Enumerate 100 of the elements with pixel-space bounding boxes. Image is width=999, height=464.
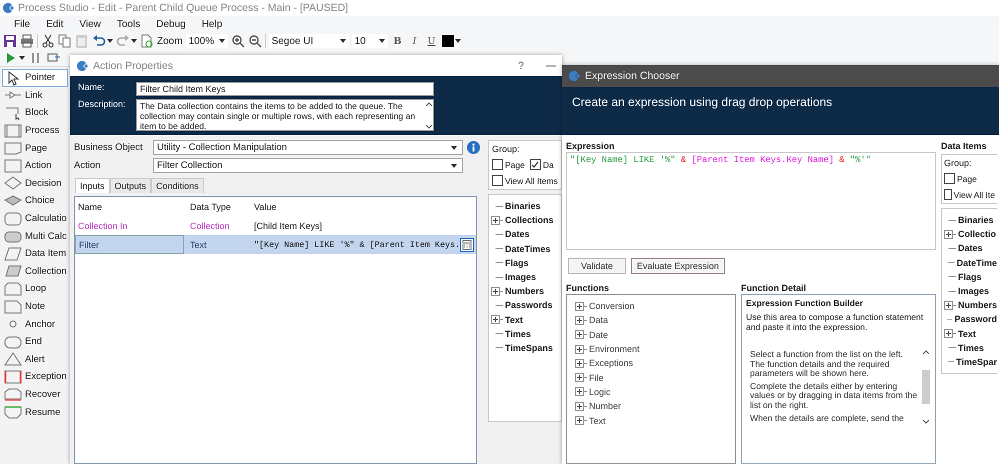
palette-item[interactable]: Alert bbox=[0, 350, 70, 368]
zoom-out-icon[interactable] bbox=[248, 34, 262, 48]
tree-item[interactable]: Date bbox=[589, 330, 608, 340]
tree-item[interactable]: Text bbox=[505, 314, 523, 325]
tree-item[interactable]: Binaries bbox=[958, 215, 994, 226]
palette-item[interactable]: Multi Calc bbox=[0, 227, 70, 245]
business-object-dropdown[interactable]: Utility - Collection Manipulation bbox=[153, 140, 463, 155]
palette-item[interactable]: Loop bbox=[0, 280, 70, 298]
expand-icon[interactable] bbox=[575, 302, 587, 311]
action-dropdown[interactable]: Filter Collection bbox=[153, 158, 463, 173]
tree-item[interactable]: TimeSpar bbox=[956, 356, 997, 367]
tree-item[interactable]: Exceptions bbox=[589, 358, 634, 368]
tree-item[interactable]: DateTimes bbox=[505, 244, 550, 254]
palette-item[interactable]: Calculatio bbox=[0, 210, 70, 228]
grid-row[interactable]: Filter Text "[Key Name] LIKE '%" & [Parent Item Keys. bbox=[75, 235, 476, 254]
expand-icon[interactable] bbox=[944, 329, 956, 338]
bold-button[interactable]: B bbox=[390, 36, 405, 46]
description-field[interactable]: The Data collection contains the items to be added to the queue. The collection may contain single or multiple rows, with each representing an item to be added. bbox=[136, 99, 434, 131]
font-size-dropdown[interactable]: 10 bbox=[352, 34, 388, 48]
tree-item[interactable]: Images bbox=[505, 272, 536, 282]
info-icon[interactable] bbox=[467, 141, 480, 154]
italic-button[interactable]: I bbox=[408, 36, 422, 46]
expression-field[interactable]: "[Key Name] LIKE '%" & [Parent Item Keys.Key Name] & "%'" bbox=[566, 152, 936, 250]
tree-item[interactable]: File bbox=[589, 372, 604, 383]
minimize-icon[interactable] bbox=[546, 64, 556, 66]
palette-item[interactable]: Note bbox=[0, 298, 70, 316]
palette-item[interactable]: Decision bbox=[0, 174, 70, 192]
scroll-up-icon[interactable] bbox=[923, 350, 929, 354]
font-dropdown[interactable]: Segoe UI bbox=[268, 34, 349, 48]
checkbox[interactable] bbox=[530, 159, 541, 170]
evaluate-button[interactable]: Evaluate Expression bbox=[630, 258, 725, 274]
tree-item[interactable]: Collectio bbox=[958, 229, 996, 240]
expand-icon[interactable] bbox=[575, 316, 587, 325]
page-refresh-icon[interactable] bbox=[140, 34, 154, 48]
tree-item[interactable]: DateTime bbox=[956, 258, 997, 268]
tab[interactable]: Outputs bbox=[110, 178, 152, 193]
expand-icon[interactable] bbox=[491, 315, 503, 324]
tree-item[interactable]: TimeSpans bbox=[505, 342, 553, 353]
expand-icon[interactable] bbox=[575, 344, 587, 354]
expand-icon[interactable] bbox=[944, 230, 956, 239]
checkbox[interactable] bbox=[492, 159, 503, 170]
palette-item[interactable]: Choice bbox=[0, 192, 70, 210]
palette-item[interactable]: Collection bbox=[0, 262, 70, 280]
expand-icon[interactable] bbox=[575, 358, 587, 368]
scrollbar-thumb[interactable] bbox=[922, 370, 930, 404]
palette-item[interactable]: Page bbox=[0, 139, 70, 157]
save-icon[interactable] bbox=[3, 34, 17, 48]
underline-button[interactable]: U bbox=[424, 36, 439, 46]
expand-icon[interactable] bbox=[491, 286, 503, 296]
tree-item[interactable]: Times bbox=[958, 342, 984, 353]
tree-item[interactable]: Flags bbox=[958, 272, 982, 282]
tree-item[interactable]: Images bbox=[958, 286, 990, 296]
scroll-down-icon[interactable] bbox=[923, 420, 929, 424]
tree-item[interactable]: Text bbox=[589, 416, 606, 426]
validate-button[interactable]: Validate bbox=[568, 258, 626, 274]
palette-item[interactable]: Block bbox=[0, 104, 70, 122]
copy-icon[interactable] bbox=[58, 34, 72, 48]
zoom-dropdown[interactable]: 100% bbox=[186, 34, 228, 48]
calculator-icon[interactable] bbox=[460, 238, 474, 252]
menu-item[interactable]: Edit bbox=[38, 18, 72, 30]
menu-item[interactable]: File bbox=[6, 18, 38, 30]
expand-icon[interactable] bbox=[491, 216, 503, 225]
expand-icon[interactable] bbox=[575, 373, 587, 382]
palette-item[interactable]: Link bbox=[0, 86, 70, 104]
scroll-up-icon[interactable] bbox=[426, 102, 432, 106]
menu-item[interactable]: Debug bbox=[148, 18, 194, 30]
tree-item[interactable]: Text bbox=[958, 328, 976, 339]
palette-item[interactable]: Data Item bbox=[0, 244, 70, 263]
palette-item[interactable]: Exception bbox=[0, 368, 70, 386]
tree-item[interactable]: Environment bbox=[589, 344, 640, 354]
palette-item[interactable]: Process bbox=[0, 122, 70, 140]
palette-item[interactable]: End bbox=[0, 332, 70, 350]
palette-item[interactable]: Action bbox=[0, 156, 70, 175]
tree-item[interactable]: Times bbox=[505, 328, 531, 339]
menu-item[interactable]: Tools bbox=[108, 18, 148, 30]
name-input[interactable]: Filter bbox=[75, 235, 184, 254]
tree-item[interactable]: Dates bbox=[505, 229, 530, 240]
tree-item[interactable]: Password bbox=[954, 314, 997, 324]
expand-icon[interactable] bbox=[944, 300, 956, 310]
menu-item[interactable]: Help bbox=[194, 18, 230, 30]
cut-icon[interactable] bbox=[41, 34, 55, 48]
checkbox[interactable] bbox=[944, 189, 952, 200]
checkbox[interactable] bbox=[492, 175, 503, 186]
tree-item[interactable]: Numbers bbox=[958, 300, 997, 310]
tree-item[interactable]: Number bbox=[589, 401, 622, 412]
tab[interactable]: Inputs bbox=[75, 178, 110, 193]
checkbox[interactable] bbox=[944, 173, 955, 184]
palette-item[interactable]: Pointer bbox=[2, 69, 68, 87]
expand-icon[interactable] bbox=[575, 402, 587, 411]
tree-item[interactable]: Collections bbox=[505, 215, 554, 226]
scroll-down-icon[interactable] bbox=[426, 125, 432, 129]
print-icon[interactable] bbox=[20, 34, 34, 48]
tree-item[interactable]: Data bbox=[589, 315, 608, 326]
palette-item[interactable]: Anchor bbox=[0, 315, 70, 333]
expand-icon[interactable] bbox=[575, 387, 587, 396]
tree-item[interactable]: Binaries bbox=[505, 201, 541, 212]
help-button[interactable]: ? bbox=[518, 60, 524, 72]
tree-item[interactable]: Dates bbox=[958, 243, 983, 254]
tree-item[interactable]: Numbers bbox=[505, 286, 544, 296]
tree-item[interactable]: Flags bbox=[505, 258, 529, 268]
